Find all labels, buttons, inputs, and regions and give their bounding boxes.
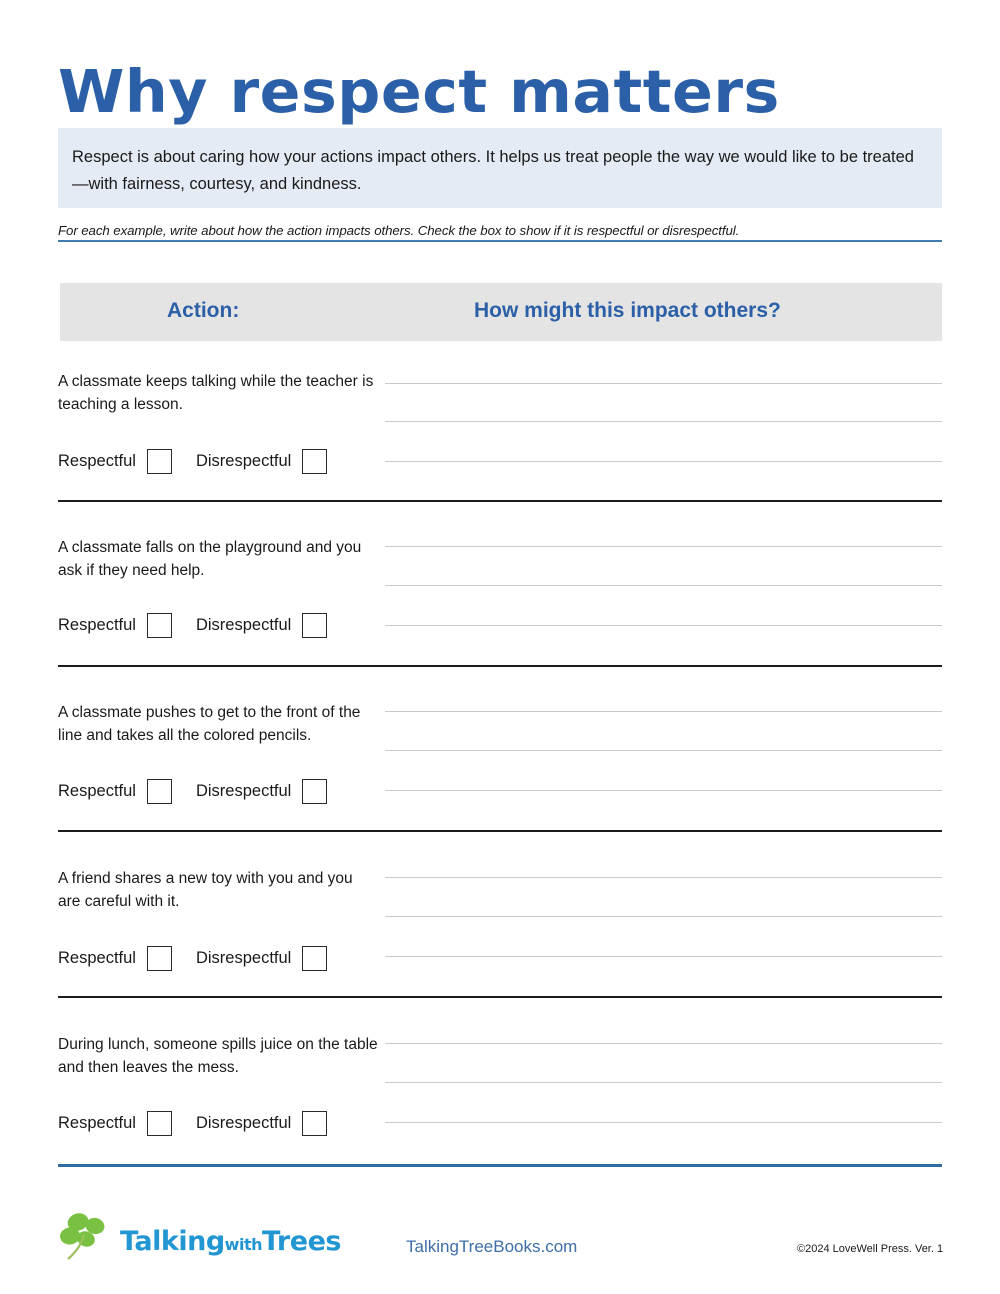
disrespectful-label: Disrespectful — [195, 949, 292, 967]
answer-write-line[interactable] — [385, 956, 942, 957]
instruction-divider — [58, 240, 942, 242]
column-header-action: Action: — [167, 299, 240, 322]
respectful-checkbox[interactable] — [146, 1111, 172, 1136]
logo-word-trees: Trees — [261, 1226, 341, 1257]
choice-group: Respectful Disrespectful — [58, 1111, 351, 1136]
answer-write-line[interactable] — [385, 1122, 942, 1123]
logo-word-talking: Talking — [120, 1226, 225, 1257]
disrespectful-label: Disrespectful — [195, 782, 292, 800]
answer-write-line[interactable] — [385, 625, 942, 626]
page-title: Why respect matters — [58, 57, 780, 126]
respectful-checkbox[interactable] — [146, 779, 172, 804]
answer-write-line[interactable] — [385, 421, 942, 422]
answer-write-line[interactable] — [385, 383, 942, 384]
answer-write-line[interactable] — [385, 461, 942, 462]
row-separator — [58, 996, 942, 998]
table-bottom-rule — [58, 1164, 942, 1167]
respectful-checkbox[interactable] — [146, 449, 172, 474]
respectful-checkbox[interactable] — [146, 613, 172, 638]
answer-write-line[interactable] — [385, 750, 942, 751]
disrespectful-label: Disrespectful — [195, 616, 292, 634]
action-text: During lunch, someone spills juice on th… — [58, 1036, 378, 1076]
intro-text: Respect is about caring how your actions… — [72, 148, 914, 193]
action-text: A classmate pushes to get to the front o… — [58, 704, 361, 744]
answer-write-line[interactable] — [385, 916, 942, 917]
answer-write-line[interactable] — [385, 1082, 942, 1083]
answer-write-line[interactable] — [385, 790, 942, 791]
choice-group: Respectful Disrespectful — [58, 613, 351, 638]
respectful-label: Respectful — [58, 782, 136, 800]
row-separator — [58, 500, 942, 502]
respectful-checkbox[interactable] — [146, 946, 172, 971]
disrespectful-checkbox[interactable] — [302, 779, 328, 804]
footer-copyright: ©2024 LoveWell Press. Ver. 1 — [797, 1243, 944, 1255]
action-text: A friend shares a new toy with you and y… — [58, 870, 353, 910]
disrespectful-label: Disrespectful — [195, 452, 292, 470]
action-text: A classmate falls on the playground and … — [58, 539, 362, 579]
brand-wordmark: TalkingwithTrees — [120, 1226, 341, 1257]
logo-word-with: with — [224, 1235, 263, 1254]
clover-leaf-icon — [60, 1213, 105, 1260]
choice-group: Respectful Disrespectful — [58, 449, 351, 474]
row-separator — [58, 830, 942, 832]
disrespectful-checkbox[interactable] — [302, 1111, 328, 1136]
column-header-impact: How might this impact others? — [474, 299, 781, 322]
answer-write-line[interactable] — [385, 546, 942, 547]
choice-group: Respectful Disrespectful — [58, 779, 351, 804]
respectful-label: Respectful — [58, 1114, 136, 1132]
respectful-label: Respectful — [58, 949, 136, 967]
disrespectful-checkbox[interactable] — [302, 946, 328, 971]
disrespectful-checkbox[interactable] — [302, 613, 328, 638]
row-separator — [58, 665, 942, 667]
brand-logo: TalkingwithTrees — [58, 1212, 341, 1272]
footer-website-link[interactable]: TalkingTreeBooks.com — [406, 1237, 577, 1257]
respectful-label: Respectful — [58, 616, 136, 634]
answer-write-line[interactable] — [385, 585, 942, 586]
instruction-text: For each example, write about how the ac… — [58, 223, 740, 238]
disrespectful-label: Disrespectful — [195, 1114, 292, 1132]
answer-write-line[interactable] — [385, 711, 942, 712]
choice-group: Respectful Disrespectful — [58, 946, 351, 971]
respectful-label: Respectful — [58, 452, 136, 470]
disrespectful-checkbox[interactable] — [302, 449, 328, 474]
action-text: A classmate keeps talking while the teac… — [58, 373, 374, 413]
answer-write-line[interactable] — [385, 1043, 942, 1044]
answer-write-line[interactable] — [385, 877, 942, 878]
worksheet-page: Why respect matters Respect is about car… — [0, 0, 1000, 1294]
